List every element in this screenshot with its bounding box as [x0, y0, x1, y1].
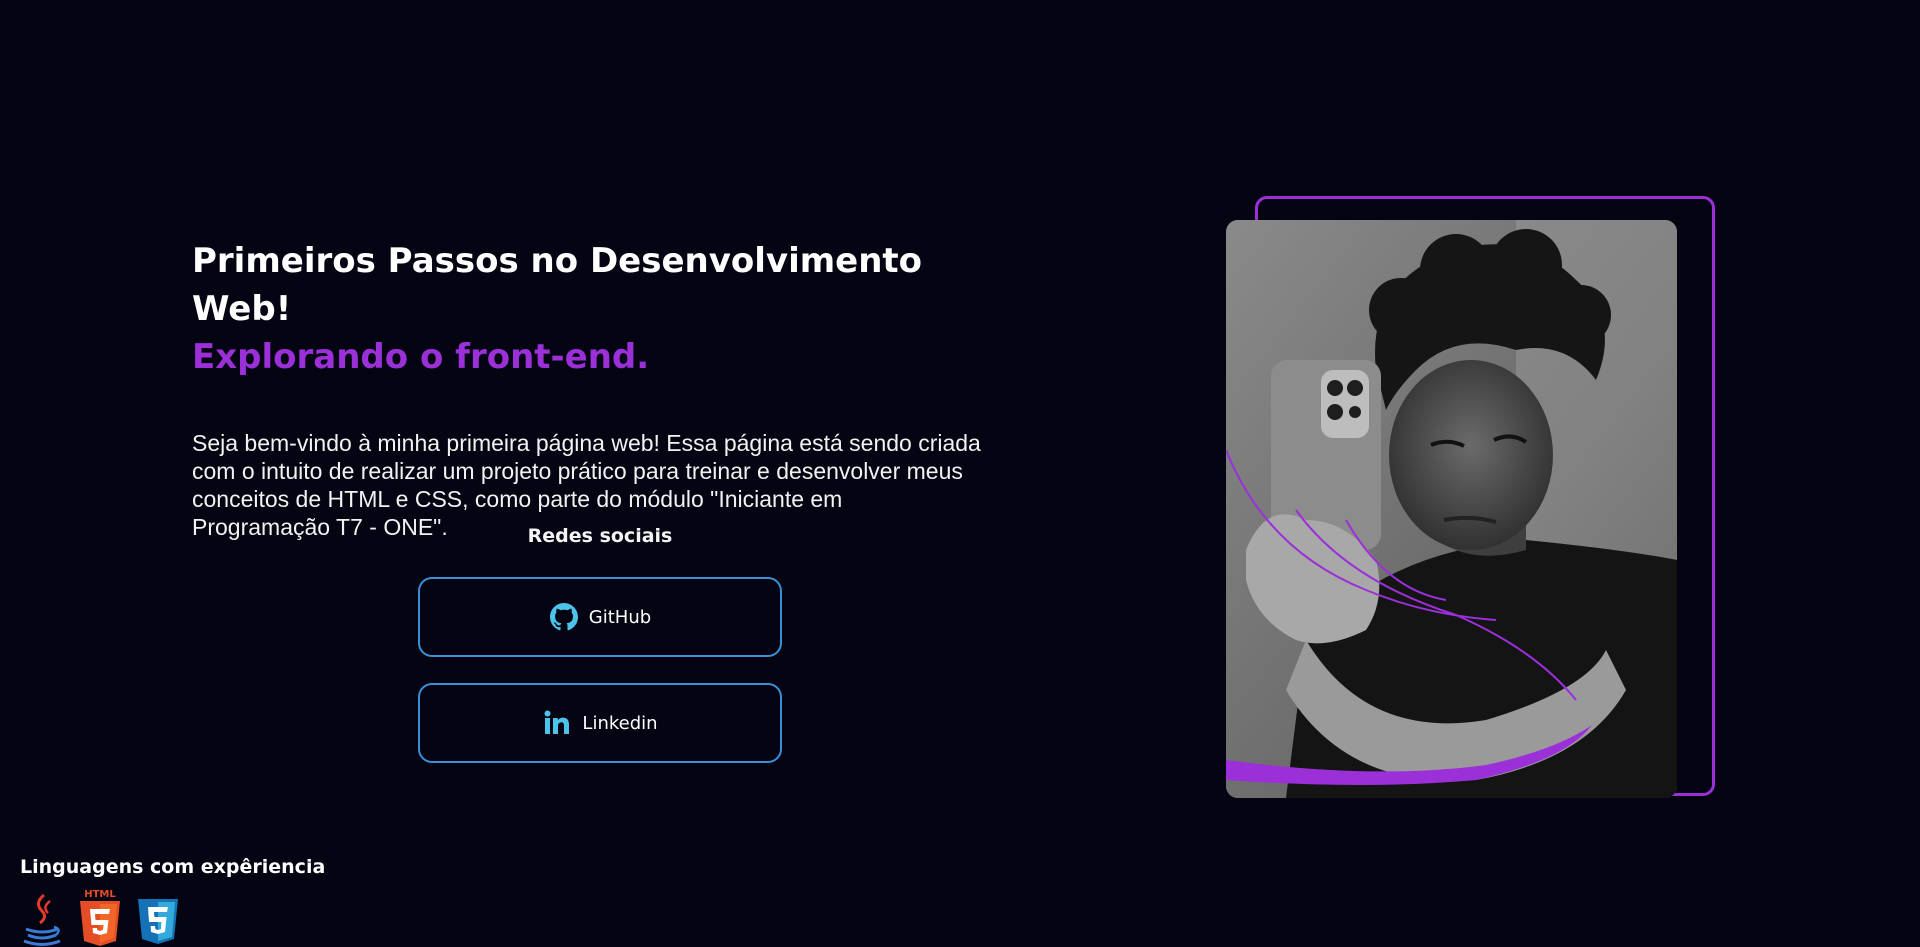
social-section: Redes sociais GitHub Linkedin	[418, 520, 782, 789]
intro-section: Primeiros Passos no Desenvolvimento Web!…	[192, 237, 1012, 541]
linkedin-label: Linkedin	[582, 712, 658, 734]
github-icon	[549, 602, 579, 632]
social-heading: Redes sociais	[527, 525, 673, 547]
page-subtitle: Explorando o front-end.	[192, 337, 650, 377]
github-button[interactable]: GitHub	[418, 577, 782, 657]
linkedin-button[interactable]: Linkedin	[418, 683, 782, 763]
page: Primeiros Passos no Desenvolvimento Web!…	[0, 0, 1920, 947]
page-title: Primeiros Passos no Desenvolvimento Web!	[192, 241, 923, 329]
languages-icons: HTML	[20, 887, 325, 947]
github-label: GitHub	[588, 606, 652, 628]
linkedin-icon	[542, 708, 572, 738]
html5-badge-text: HTML	[84, 889, 116, 900]
html5-icon: HTML	[78, 887, 122, 947]
languages-heading: Linguagens com expêriencia	[20, 856, 326, 878]
java-icon	[20, 891, 64, 947]
languages-section: Linguagens com expêriencia HTML	[20, 853, 325, 947]
css3-icon	[136, 897, 180, 947]
profile-photo	[1226, 220, 1677, 798]
